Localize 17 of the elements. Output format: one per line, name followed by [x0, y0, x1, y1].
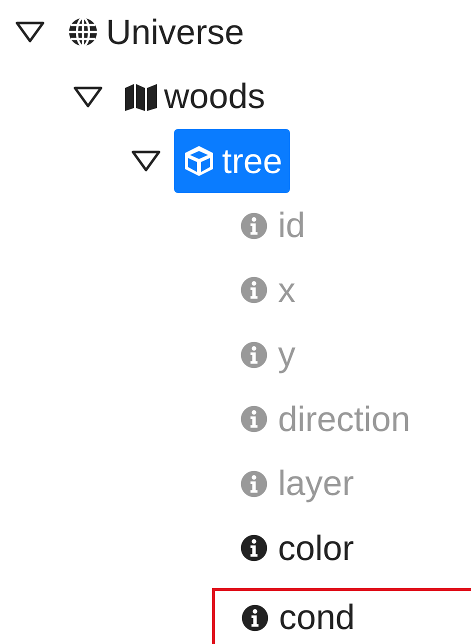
info-icon: [240, 534, 268, 562]
info-icon: [241, 604, 269, 632]
expand-toggle-icon[interactable]: [72, 84, 104, 109]
tree-item[interactable]: color: [232, 516, 362, 580]
info-icon: [240, 340, 268, 369]
tree-item[interactable]: cond: [212, 588, 471, 644]
tree-item[interactable]: tree: [174, 129, 290, 194]
globe-icon: [66, 16, 100, 48]
cube-icon: [182, 145, 216, 178]
tree-item[interactable]: woods: [116, 64, 274, 129]
tree-item[interactable]: Universe: [58, 0, 252, 64]
expand-toggle-icon[interactable]: [130, 149, 162, 174]
info-icon: [240, 470, 268, 498]
info-icon: [240, 405, 268, 434]
expand-toggle-icon[interactable]: [14, 20, 46, 44]
info-icon: [240, 212, 268, 240]
info-icon: [240, 276, 268, 304]
